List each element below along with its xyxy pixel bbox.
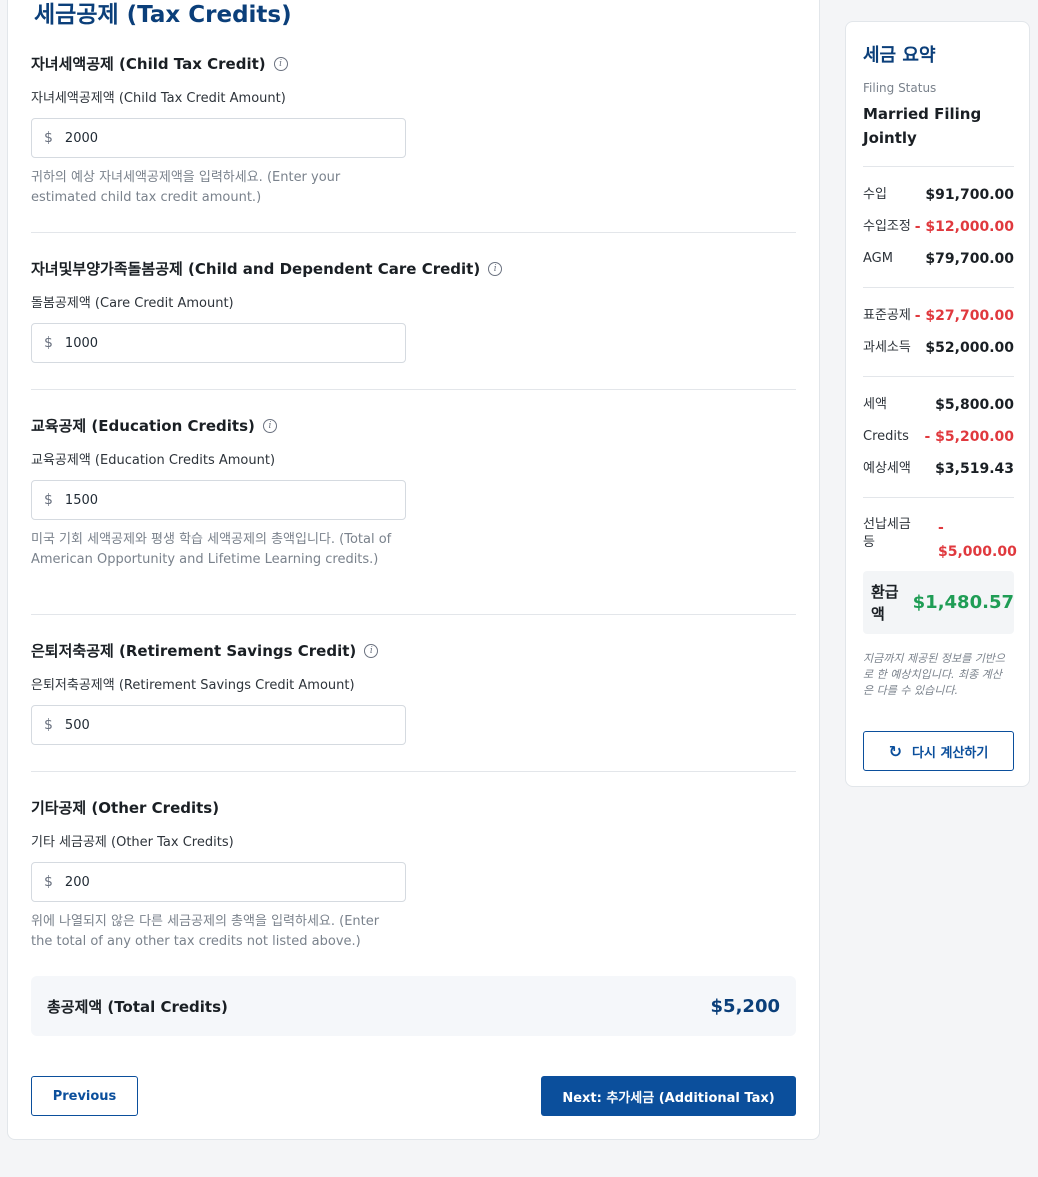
prepaid-value: - $5,000.00	[938, 520, 1017, 560]
section-title-text: 교육공제 (Education Credits)	[31, 417, 255, 435]
previous-button[interactable]: Previous	[31, 1076, 138, 1116]
input-value: 1000	[64, 335, 99, 351]
credits-row: Credits - $5,200.00	[863, 428, 1014, 446]
section-title: 은퇴저축공제 (Retirement Savings Credit) i	[31, 641, 796, 661]
page-title: 세금공제 (Tax Credits)	[34, 2, 292, 28]
section-other-credits: 기타공제 (Other Credits) 기타 세금공제 (Other Tax …	[31, 798, 796, 952]
recalculate-button[interactable]: ↻ 다시 계산하기	[863, 731, 1014, 771]
income-row: 수입 $91,700.00	[863, 186, 1014, 204]
refund-label: 환급액	[871, 582, 899, 623]
total-credits-box: 총공제액 (Total Credits) $5,200	[31, 976, 796, 1036]
divider	[863, 376, 1014, 377]
info-icon[interactable]: i	[273, 57, 288, 71]
estimated-tax-row: 예상세액 $3,519.43	[863, 460, 1014, 478]
standard-deduction-value: - $27,700.00	[914, 308, 1014, 324]
input-value: 2000	[64, 130, 99, 146]
disclaimer-text: 지금까지 제공된 정보를 기반으로 한 예상치입니다. 최종 계산은 다를 수 …	[863, 652, 1006, 697]
field-label: 자녀세액공제액 (Child Tax Credit Amount)	[31, 91, 286, 106]
info-icon[interactable]: i	[488, 262, 503, 276]
field-label: 교육공제액 (Education Credits Amount)	[31, 453, 276, 468]
tax-row: 세액 $5,800.00	[863, 396, 1014, 414]
divider	[863, 497, 1014, 498]
input-value: 200	[64, 874, 90, 890]
refund-box: 환급액 $1,480.57	[863, 571, 1014, 634]
section-education-credits: 교육공제 (Education Credits) i 교육공제액 (Educat…	[31, 416, 796, 570]
field-label: 돌봄공제액 (Care Credit Amount)	[31, 296, 234, 311]
other-credits-input[interactable]: $ 200	[31, 862, 406, 902]
adjustments-label: 수입조정	[863, 219, 911, 234]
section-title: 자녀및부양가족돌봄공제 (Child and Dependent Care Cr…	[31, 259, 796, 279]
input-value: 1500	[64, 492, 99, 508]
refresh-icon: ↻	[888, 741, 903, 761]
divider	[863, 166, 1014, 167]
refund-value: $1,480.57	[912, 592, 1014, 613]
section-title-text: 기타공제 (Other Credits)	[31, 799, 220, 817]
agi-row: AGM $79,700.00	[863, 250, 1014, 268]
info-icon[interactable]: i	[364, 644, 379, 658]
taxable-income-value: $52,000.00	[925, 340, 1014, 356]
dollar-icon: $	[44, 492, 53, 508]
total-credits-label: 총공제액 (Total Credits)	[47, 997, 228, 1016]
section-child-tax-credit: 자녀세액공제 (Child Tax Credit) i 자녀세액공제액 (Chi…	[31, 54, 796, 208]
section-title-text: 은퇴저축공제 (Retirement Savings Credit)	[31, 642, 357, 660]
dollar-icon: $	[44, 130, 53, 146]
input-value: 500	[64, 717, 90, 733]
filing-status-value: Married Filing Jointly	[863, 105, 982, 147]
retirement-savings-credit-input[interactable]: $ 500	[31, 705, 406, 745]
estimated-tax-value: $3,519.43	[935, 461, 1014, 477]
adjustments-row: 수입조정 - $12,000.00	[863, 218, 1014, 236]
dollar-icon: $	[44, 335, 53, 351]
agi-value: $79,700.00	[925, 251, 1014, 267]
divider	[31, 771, 796, 772]
info-icon[interactable]: i	[262, 419, 277, 433]
field-label: 기타 세금공제 (Other Tax Credits)	[31, 835, 234, 850]
section-title: 교육공제 (Education Credits) i	[31, 416, 796, 436]
tax-summary-card: 세금 요약 Filing Status Married Filing Joint…	[845, 21, 1030, 787]
section-retirement-savings-credit: 은퇴저축공제 (Retirement Savings Credit) i 은퇴저…	[31, 641, 796, 745]
recalculate-label: 다시 계산하기	[912, 745, 989, 761]
child-tax-credit-input[interactable]: $ 2000	[31, 118, 406, 158]
standard-deduction-label: 표준공제	[863, 308, 911, 323]
tax-label: 세액	[863, 397, 887, 412]
income-label: 수입	[863, 187, 887, 202]
divider	[31, 389, 796, 390]
care-credit-input[interactable]: $ 1000	[31, 323, 406, 363]
education-credits-input[interactable]: $ 1500	[31, 480, 406, 520]
filing-status-label: Filing Status	[863, 81, 937, 95]
adjustments-value: - $12,000.00	[914, 219, 1014, 235]
divider	[31, 232, 796, 233]
section-title: 자녀세액공제 (Child Tax Credit) i	[31, 54, 796, 74]
summary-title: 세금 요약	[863, 45, 936, 66]
credits-value: - $5,200.00	[924, 429, 1014, 445]
prepaid-row: 선납세금 등 - $5,000.00	[863, 516, 1017, 564]
dollar-icon: $	[44, 874, 53, 890]
help-text: 귀하의 예상 자녀세액공제액을 입력하세요. (Enter your estim…	[31, 170, 341, 205]
divider	[31, 614, 796, 615]
field-label: 은퇴저축공제액 (Retirement Savings Credit Amoun…	[31, 678, 355, 693]
help-text: 위에 나열되지 않은 다른 세금공제의 총액을 입력하세요. (Enter th…	[31, 914, 380, 949]
income-value: $91,700.00	[925, 187, 1014, 203]
total-credits-value: $5,200	[710, 995, 780, 1017]
next-button[interactable]: Next: 추가세금 (Additional Tax)	[541, 1076, 796, 1116]
standard-deduction-row: 표준공제 - $27,700.00	[863, 307, 1014, 325]
tax-value: $5,800.00	[935, 397, 1014, 413]
estimated-tax-label: 예상세액	[863, 461, 911, 476]
divider	[863, 287, 1014, 288]
section-title: 기타공제 (Other Credits)	[31, 798, 796, 818]
credits-label: Credits	[863, 429, 909, 444]
section-title-text: 자녀세액공제 (Child Tax Credit)	[31, 55, 266, 73]
taxable-income-row: 과세소득 $52,000.00	[863, 339, 1014, 357]
help-text: 미국 기회 세액공제와 평생 학습 세액공제의 총액입니다. (Total of…	[31, 532, 392, 567]
taxable-income-label: 과세소득	[863, 340, 911, 355]
prepaid-label: 선납세금 등	[863, 517, 911, 550]
dollar-icon: $	[44, 717, 53, 733]
section-title-text: 자녀및부양가족돌봄공제 (Child and Dependent Care Cr…	[31, 260, 481, 278]
section-care-credit: 자녀및부양가족돌봄공제 (Child and Dependent Care Cr…	[31, 259, 796, 363]
agi-label: AGM	[863, 251, 893, 266]
